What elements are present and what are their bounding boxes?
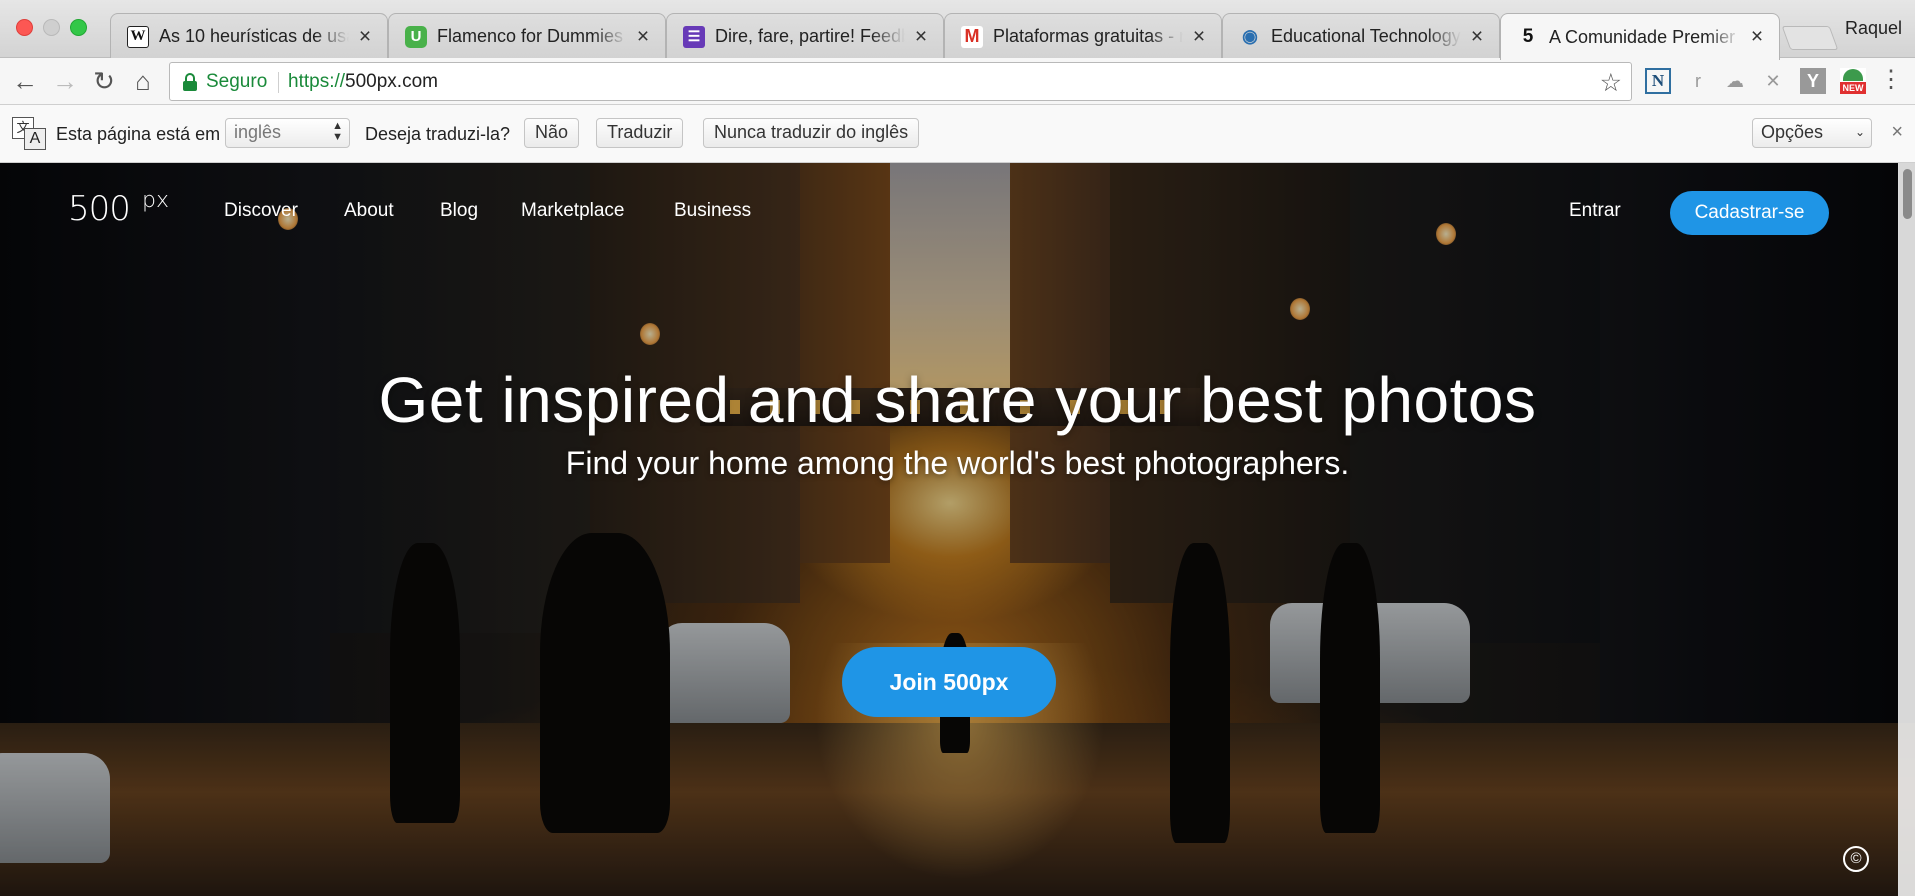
nav-marketplace[interactable]: Marketplace xyxy=(521,200,625,222)
options-value: Opções xyxy=(1761,122,1824,142)
url-divider xyxy=(278,72,279,93)
url-host: 500px.com xyxy=(345,71,438,92)
lock-icon[interactable] xyxy=(183,73,197,91)
hero-overlay xyxy=(0,163,1915,896)
tab-title: Educational Technology T xyxy=(1271,26,1461,46)
500px-favicon-icon: 5 xyxy=(1522,26,1534,47)
nav-business[interactable]: Business xyxy=(674,200,751,222)
svg-text:px: px xyxy=(142,188,169,213)
select-arrows-icon: ▲ ▼ xyxy=(332,120,343,143)
copyright-icon[interactable]: © xyxy=(1843,846,1869,872)
tab-flamenco[interactable]: U Flamenco for Dummies | V × xyxy=(388,13,666,59)
forms-icon: ☰ xyxy=(683,25,705,48)
tab-500px[interactable]: 5 A Comunidade Premier de × xyxy=(1500,13,1780,60)
translate-prefix: Esta página está em xyxy=(56,124,221,144)
eye-icon: ◉ xyxy=(1242,26,1258,46)
tab-heuristicas[interactable]: W As 10 heurísticas de usab × xyxy=(110,13,388,59)
tab-title: As 10 heurísticas de usab xyxy=(159,26,349,46)
reload-icon[interactable]: ↻ xyxy=(89,66,119,96)
never-translate-button[interactable]: Nunca traduzir do inglês xyxy=(703,118,920,148)
500px-logo[interactable]: 500 px xyxy=(68,187,184,225)
tab-dire-fare[interactable]: ☰ Dire, fare, partire! Feedba × xyxy=(666,13,944,59)
language-select[interactable]: inglês ▲ ▼ xyxy=(225,118,350,148)
cloud-icon[interactable]: ☁ xyxy=(1722,68,1748,94)
tab-edtech[interactable]: ◉ Educational Technology T × xyxy=(1222,13,1500,59)
tab-title: Plataformas gratuitas - ra xyxy=(993,26,1183,46)
extension-r-icon[interactable]: r xyxy=(1685,68,1711,94)
tab-close-icon[interactable]: × xyxy=(633,25,653,49)
nav-discover[interactable]: Discover xyxy=(224,200,298,222)
bookmark-star-icon[interactable]: ☆ xyxy=(1600,68,1622,98)
scrollbar-thumb[interactable] xyxy=(1903,169,1912,219)
tab-close-icon[interactable]: × xyxy=(355,25,375,49)
hero-headline: Get inspired and share your best photos xyxy=(378,364,1537,436)
minimize-window-button[interactable] xyxy=(43,19,60,36)
profile-name[interactable]: Raquel xyxy=(1845,18,1915,39)
tab-close-icon[interactable]: × xyxy=(1747,25,1767,49)
site-navbar: 500 px Discover About Blog Marketplace B… xyxy=(0,163,1915,249)
signup-button[interactable]: Cadastrar-se xyxy=(1670,191,1829,235)
browser-menu-icon[interactable]: ⋮ xyxy=(1879,68,1903,92)
extension-new-icon[interactable]: NEW xyxy=(1840,68,1866,94)
svg-text:500: 500 xyxy=(68,189,130,225)
secure-label[interactable]: Seguro xyxy=(206,71,267,93)
hero-subheadline: Find your home among the world's best ph… xyxy=(565,445,1350,481)
translate-icon: 文A xyxy=(12,117,48,151)
gmail-icon: M xyxy=(961,25,983,48)
new-badge: NEW xyxy=(1840,82,1866,94)
chevron-down-icon: ⌄ xyxy=(1854,125,1865,139)
tab-title: A Comunidade Premier de xyxy=(1549,26,1741,47)
tab-plataformas[interactable]: M Plataformas gratuitas - ra × xyxy=(944,13,1222,59)
language-value: inglês xyxy=(234,122,282,142)
options-select[interactable]: Opções ⌄ xyxy=(1752,118,1872,148)
tab-strip: W As 10 heurísticas de usab × U Flamenco… xyxy=(0,0,1915,60)
tab-close-icon[interactable]: × xyxy=(911,25,931,49)
nav-about[interactable]: About xyxy=(344,200,394,222)
translate-bar: 文A Esta página está em inglês ▲ ▼ Deseja … xyxy=(0,105,1915,163)
browser-toolbar: ← → ↻ ⌂ Seguro https://500px.com ☆ N r ☁… xyxy=(0,58,1915,105)
join-button[interactable]: Join 500px xyxy=(842,647,1056,717)
tab-title: Dire, fare, partire! Feedba xyxy=(715,26,905,46)
login-link[interactable]: Entrar xyxy=(1569,200,1621,222)
nav-blog[interactable]: Blog xyxy=(440,200,478,222)
zoom-window-button[interactable] xyxy=(70,19,87,36)
extension-x-icon[interactable]: ✕ xyxy=(1760,68,1786,94)
tab-close-icon[interactable]: × xyxy=(1467,25,1487,49)
translate-button[interactable]: Traduzir xyxy=(596,118,684,148)
translate-question: Deseja traduzi-la? xyxy=(365,124,511,144)
tab-close-icon[interactable]: × xyxy=(1189,25,1209,49)
tab-title: Flamenco for Dummies | V xyxy=(437,26,627,46)
page-scrollbar[interactable] xyxy=(1898,163,1915,896)
forward-icon[interactable]: → xyxy=(50,66,80,96)
home-icon[interactable]: ⌂ xyxy=(128,66,158,96)
udemy-icon: U xyxy=(405,25,427,48)
no-button[interactable]: Não xyxy=(524,118,580,148)
url-scheme: https:// xyxy=(288,71,346,92)
hero-section: 500 px Discover About Blog Marketplace B… xyxy=(0,163,1915,896)
close-translate-icon[interactable]: × xyxy=(1891,121,1903,144)
new-tab-button[interactable] xyxy=(1781,26,1839,50)
extension-y-icon[interactable]: Y xyxy=(1800,68,1826,94)
wikipedia-icon: W xyxy=(127,25,149,48)
close-window-button[interactable] xyxy=(16,19,33,36)
back-icon[interactable]: ← xyxy=(10,66,40,96)
url-text[interactable]: https://500px.com xyxy=(288,71,438,93)
extension-n-icon[interactable]: N xyxy=(1645,68,1671,94)
address-bar[interactable]: Seguro https://500px.com ☆ xyxy=(169,62,1632,101)
